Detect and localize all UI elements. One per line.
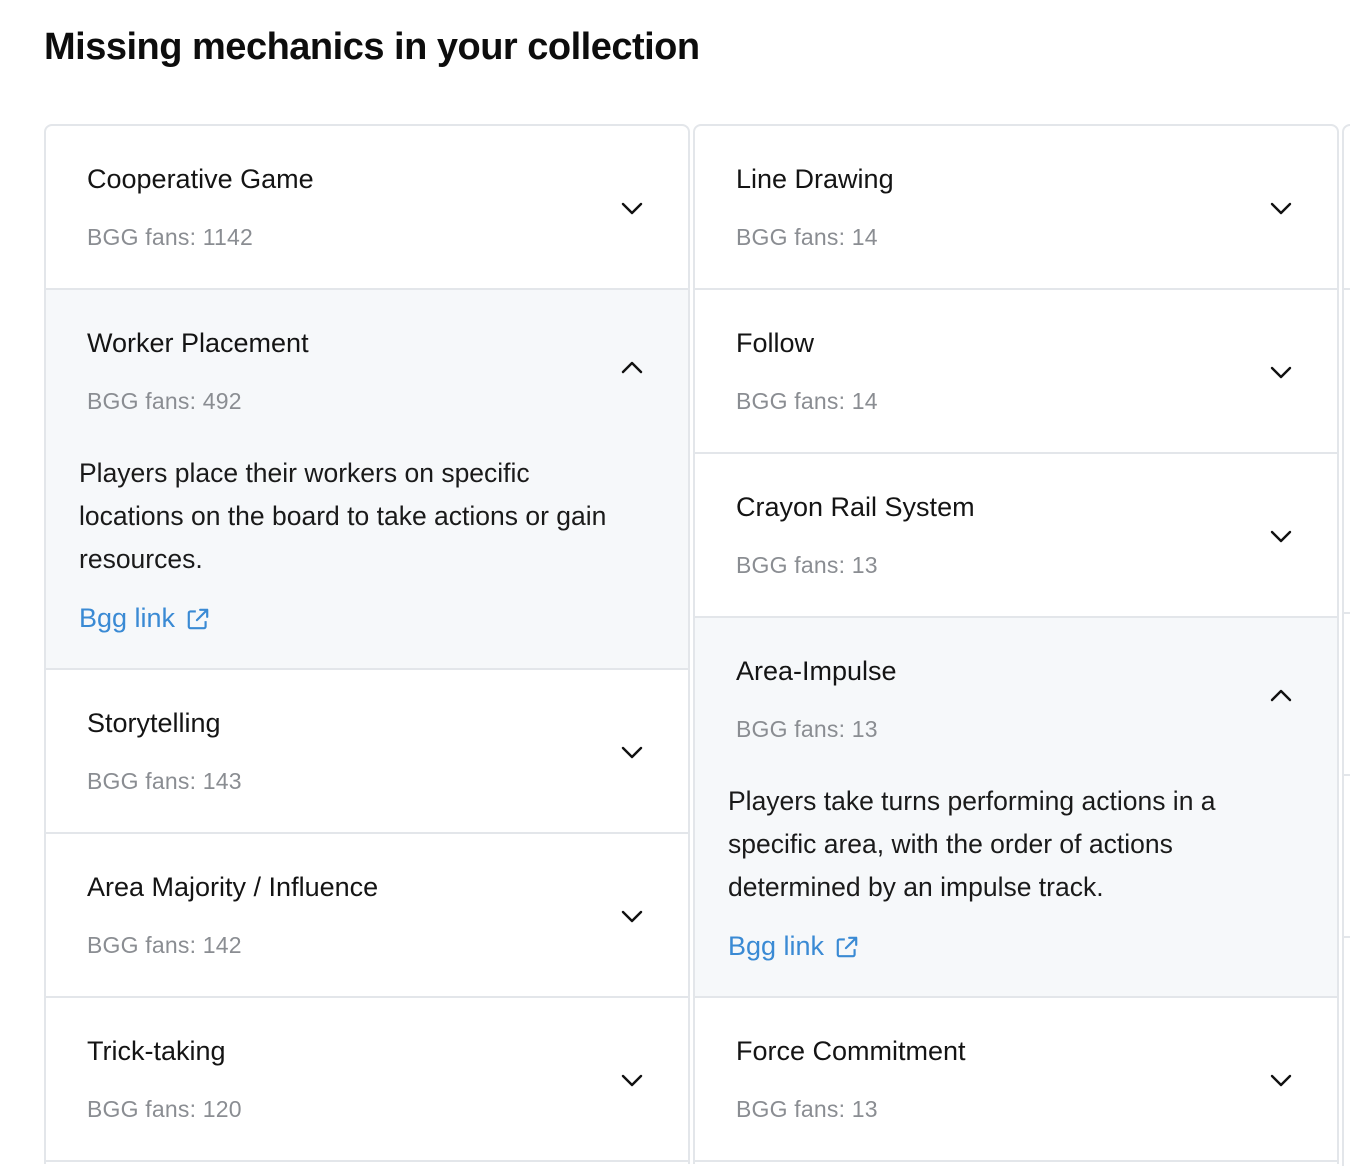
fans-count: BGG fans: 120 bbox=[87, 1096, 242, 1122]
mechanic-item-follow: Follow BGG fans: 14 bbox=[695, 290, 1337, 454]
chevron-down-icon[interactable] bbox=[620, 904, 644, 928]
external-link-icon bbox=[834, 934, 860, 960]
external-link-icon bbox=[185, 606, 211, 632]
mechanic-description: Players take turns performing actions in… bbox=[728, 786, 1216, 902]
mechanic-item-area-impulse: Area-Impulse BGG fans: 13 Players take t… bbox=[695, 618, 1337, 998]
bgg-link[interactable]: Bgg link bbox=[79, 603, 211, 634]
divider bbox=[1344, 288, 1350, 290]
mechanic-item-storytelling: Storytelling BGG fans: 143 bbox=[46, 670, 688, 834]
accordion-header[interactable]: Cooperative Game BGG fans: 1142 bbox=[46, 126, 688, 288]
mechanic-title: Crayon Rail System bbox=[736, 492, 975, 522]
mechanic-item-cooperative-game: Cooperative Game BGG fans: 1142 bbox=[46, 126, 688, 290]
accordion-header[interactable]: Line Drawing BGG fans: 14 bbox=[695, 126, 1337, 288]
accordion-header[interactable]: Area Majority / Influence BGG fans: 142 bbox=[46, 834, 688, 996]
divider bbox=[1344, 774, 1350, 776]
mechanics-column-partial bbox=[1342, 124, 1350, 1166]
mechanic-item-worker-placement: Worker Placement BGG fans: 492 Players p… bbox=[46, 290, 688, 670]
chevron-down-icon[interactable] bbox=[1269, 360, 1293, 384]
mechanic-item-force-commitment: Force Commitment BGG fans: 13 bbox=[695, 998, 1337, 1162]
fans-count: BGG fans: 14 bbox=[736, 224, 878, 250]
mechanic-title: Force Commitment bbox=[736, 1036, 966, 1066]
mechanic-item-trick-taking: Trick-taking BGG fans: 120 bbox=[46, 998, 688, 1162]
accordion-header[interactable]: Crayon Rail System BGG fans: 13 bbox=[695, 454, 1337, 616]
mechanic-item-area-majority: Area Majority / Influence BGG fans: 142 bbox=[46, 834, 688, 998]
divider bbox=[1344, 936, 1350, 938]
chevron-down-icon[interactable] bbox=[620, 1068, 644, 1092]
bgg-link-label: Bgg link bbox=[728, 931, 825, 961]
accordion-header[interactable]: Follow BGG fans: 14 bbox=[695, 290, 1337, 452]
mechanic-title: Cooperative Game bbox=[87, 164, 314, 194]
mechanic-title: Follow bbox=[736, 328, 815, 358]
accordion-header[interactable]: Worker Placement BGG fans: 492 bbox=[46, 290, 688, 452]
mechanic-title: Worker Placement bbox=[87, 328, 309, 358]
accordion-body: Players place their workers on specific … bbox=[46, 440, 688, 668]
mechanic-title: Trick-taking bbox=[87, 1036, 226, 1066]
mechanic-title: Area-Impulse bbox=[736, 656, 897, 686]
fans-count: BGG fans: 1142 bbox=[87, 224, 254, 250]
divider bbox=[1344, 612, 1350, 614]
mechanic-description: Players place their workers on specific … bbox=[79, 458, 607, 574]
fans-count: BGG fans: 492 bbox=[87, 388, 242, 414]
chevron-down-icon[interactable] bbox=[1269, 1068, 1293, 1092]
accordion-header[interactable]: Storytelling BGG fans: 143 bbox=[46, 670, 688, 832]
fans-count: BGG fans: 142 bbox=[87, 932, 242, 958]
mechanic-item-line-drawing: Line Drawing BGG fans: 14 bbox=[695, 126, 1337, 290]
mechanic-title: Area Majority / Influence bbox=[87, 872, 379, 902]
accordion-header[interactable]: Area-Impulse BGG fans: 13 bbox=[695, 618, 1337, 780]
mechanic-title: Line Drawing bbox=[736, 164, 894, 194]
page-title: Missing mechanics in your collection bbox=[44, 26, 700, 68]
fans-count: BGG fans: 13 bbox=[736, 716, 878, 742]
fans-count: BGG fans: 13 bbox=[736, 1096, 878, 1122]
chevron-down-icon[interactable] bbox=[1269, 524, 1293, 548]
mechanics-column-right: Line Drawing BGG fans: 14 Follow BGG fan… bbox=[693, 124, 1339, 1164]
chevron-down-icon[interactable] bbox=[620, 196, 644, 220]
bgg-link[interactable]: Bgg link bbox=[728, 931, 860, 962]
mechanic-item-crayon-rail-system: Crayon Rail System BGG fans: 13 bbox=[695, 454, 1337, 618]
accordion-header[interactable]: Trick-taking BGG fans: 120 bbox=[46, 998, 688, 1160]
mechanics-column-left: Cooperative Game BGG fans: 1142 Worker P… bbox=[44, 124, 690, 1164]
accordion-header[interactable]: Force Commitment BGG fans: 13 bbox=[695, 998, 1337, 1160]
fans-count: BGG fans: 14 bbox=[736, 388, 878, 414]
chevron-up-icon[interactable] bbox=[620, 356, 644, 380]
accordion-body: Players take turns performing actions in… bbox=[695, 768, 1337, 996]
chevron-down-icon[interactable] bbox=[620, 740, 644, 764]
bgg-link-label: Bgg link bbox=[79, 603, 176, 633]
fans-count: BGG fans: 143 bbox=[87, 768, 242, 794]
fans-count: BGG fans: 13 bbox=[736, 552, 878, 578]
chevron-down-icon[interactable] bbox=[1269, 196, 1293, 220]
chevron-up-icon[interactable] bbox=[1269, 684, 1293, 708]
mechanic-title: Storytelling bbox=[87, 708, 221, 738]
